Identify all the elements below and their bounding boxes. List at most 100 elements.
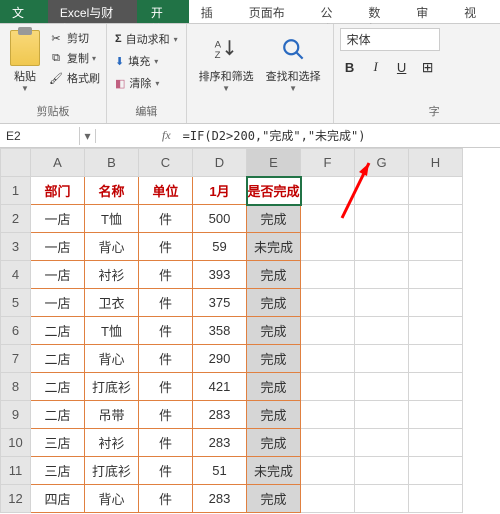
cell-D8[interactable]: 421 — [193, 373, 247, 401]
cell-C4[interactable]: 件 — [139, 261, 193, 289]
cell-D3[interactable]: 59 — [193, 233, 247, 261]
col-header-D[interactable]: D — [193, 149, 247, 177]
underline-button[interactable]: U — [392, 57, 412, 77]
cell-C3[interactable]: 件 — [139, 233, 193, 261]
cell-A10[interactable]: 三店 — [31, 429, 85, 457]
find-select-button[interactable]: 查找和选择 ▼ — [260, 28, 327, 97]
cell-F8[interactable] — [301, 373, 355, 401]
cell-H8[interactable] — [409, 373, 463, 401]
row-header-12[interactable]: 12 — [1, 485, 31, 513]
cell-C5[interactable]: 件 — [139, 289, 193, 317]
cell-D12[interactable]: 283 — [193, 485, 247, 513]
cell-A9[interactable]: 二店 — [31, 401, 85, 429]
row-header-8[interactable]: 8 — [1, 373, 31, 401]
italic-button[interactable]: I — [366, 57, 386, 77]
cell-E9[interactable]: 完成 — [247, 401, 301, 429]
cell-B12[interactable]: 背心 — [85, 485, 139, 513]
cell-G9[interactable] — [355, 401, 409, 429]
cell-H12[interactable] — [409, 485, 463, 513]
menu-file[interactable]: 文件 — [0, 0, 48, 23]
cell-E10[interactable]: 完成 — [247, 429, 301, 457]
cell-G12[interactable] — [355, 485, 409, 513]
tab-layout[interactable]: 页面布局 — [237, 0, 309, 23]
cell-F10[interactable] — [301, 429, 355, 457]
cell-A4[interactable]: 一店 — [31, 261, 85, 289]
cell-A2[interactable]: 一店 — [31, 205, 85, 233]
cell-E2[interactable]: 完成 — [247, 205, 301, 233]
cell-C2[interactable]: 件 — [139, 205, 193, 233]
cell-F12[interactable] — [301, 485, 355, 513]
cell-H7[interactable] — [409, 345, 463, 373]
cell-E3[interactable]: 未完成 — [247, 233, 301, 261]
cell-H9[interactable] — [409, 401, 463, 429]
row-header-11[interactable]: 11 — [1, 457, 31, 485]
col-header-H[interactable]: H — [409, 149, 463, 177]
paste-button[interactable]: 粘贴 ▼ — [6, 28, 44, 101]
col-header-E[interactable]: E — [247, 149, 301, 177]
cell-E5[interactable]: 完成 — [247, 289, 301, 317]
cell-G6[interactable] — [355, 317, 409, 345]
cell-B9[interactable]: 吊带 — [85, 401, 139, 429]
row-header-2[interactable]: 2 — [1, 205, 31, 233]
cell-C10[interactable]: 件 — [139, 429, 193, 457]
cell-D4[interactable]: 393 — [193, 261, 247, 289]
cell-D7[interactable]: 290 — [193, 345, 247, 373]
cell-H10[interactable] — [409, 429, 463, 457]
copy-button[interactable]: ⧉ 复制 ▾ — [48, 48, 100, 68]
autosum-button[interactable]: Σ 自动求和 ▾ — [115, 28, 178, 50]
name-box[interactable]: E2 — [0, 127, 80, 145]
tab-formula[interactable]: 公式 — [308, 0, 356, 23]
border-button[interactable]: ⊞ — [418, 57, 438, 77]
header-cell-D1[interactable]: 1月 — [193, 177, 247, 205]
cell-A3[interactable]: 一店 — [31, 233, 85, 261]
row-header-3[interactable]: 3 — [1, 233, 31, 261]
cell-F9[interactable] — [301, 401, 355, 429]
cell-F2[interactable] — [301, 205, 355, 233]
cell-H3[interactable] — [409, 233, 463, 261]
row-header-10[interactable]: 10 — [1, 429, 31, 457]
header-cell-E1[interactable]: 是否完成 — [247, 177, 301, 205]
header-cell-B1[interactable]: 名称 — [85, 177, 139, 205]
cell-G11[interactable] — [355, 457, 409, 485]
cell-B5[interactable]: 卫衣 — [85, 289, 139, 317]
cell-C7[interactable]: 件 — [139, 345, 193, 373]
col-header-F[interactable]: F — [301, 149, 355, 177]
cell-C11[interactable]: 件 — [139, 457, 193, 485]
cell-H4[interactable] — [409, 261, 463, 289]
cell-D5[interactable]: 375 — [193, 289, 247, 317]
cut-button[interactable]: ✂ 剪切 — [48, 28, 100, 48]
cell-E4[interactable]: 完成 — [247, 261, 301, 289]
header-cell-C1[interactable]: 单位 — [139, 177, 193, 205]
cell-G8[interactable] — [355, 373, 409, 401]
name-box-dropdown[interactable]: ▾ — [80, 129, 96, 143]
row-header-1[interactable]: 1 — [1, 177, 31, 205]
cell-C9[interactable]: 件 — [139, 401, 193, 429]
cell-G5[interactable] — [355, 289, 409, 317]
cell-H6[interactable] — [409, 317, 463, 345]
cell-G1[interactable] — [355, 177, 409, 205]
cell-D10[interactable]: 283 — [193, 429, 247, 457]
cell-H5[interactable] — [409, 289, 463, 317]
fill-button[interactable]: ⬇ 填充 ▾ — [115, 50, 178, 72]
cell-H1[interactable] — [409, 177, 463, 205]
cell-D6[interactable]: 358 — [193, 317, 247, 345]
clear-button[interactable]: ◧ 清除 ▾ — [115, 72, 178, 94]
cell-F3[interactable] — [301, 233, 355, 261]
bold-button[interactable]: B — [340, 57, 360, 77]
tab-home[interactable]: 开始 — [137, 0, 189, 23]
cell-E12[interactable]: 完成 — [247, 485, 301, 513]
cell-B2[interactable]: T恤 — [85, 205, 139, 233]
cell-F11[interactable] — [301, 457, 355, 485]
cell-G2[interactable] — [355, 205, 409, 233]
cell-G7[interactable] — [355, 345, 409, 373]
select-all-corner[interactable] — [1, 149, 31, 177]
tab-review[interactable]: 审阅 — [404, 0, 452, 23]
col-header-G[interactable]: G — [355, 149, 409, 177]
cell-C6[interactable]: 件 — [139, 317, 193, 345]
cell-B4[interactable]: 衬衫 — [85, 261, 139, 289]
tab-data[interactable]: 数据 — [356, 0, 404, 23]
cell-A5[interactable]: 一店 — [31, 289, 85, 317]
cell-B7[interactable]: 背心 — [85, 345, 139, 373]
col-header-C[interactable]: C — [139, 149, 193, 177]
tab-insert[interactable]: 插入 — [189, 0, 237, 23]
